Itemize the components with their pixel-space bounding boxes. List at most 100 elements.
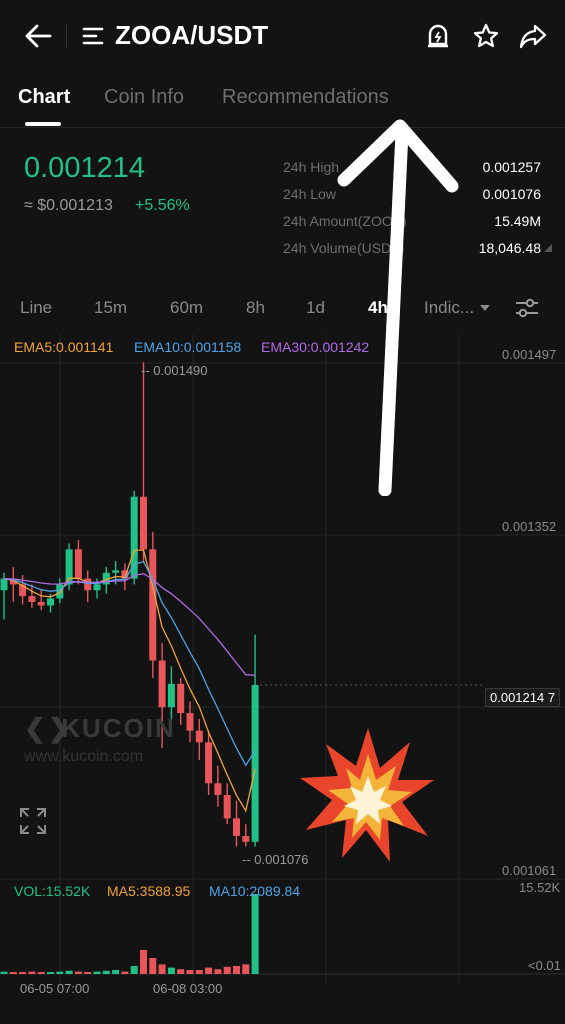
candle-body <box>28 596 36 602</box>
share-icon[interactable] <box>518 22 548 50</box>
candlestick-chart[interactable] <box>0 334 565 1024</box>
price-tick-mid: 0.001352 <box>502 519 557 534</box>
volume-bar <box>177 969 185 974</box>
corner-triangle-icon <box>544 244 552 252</box>
volume-bar <box>9 972 17 974</box>
candle-body <box>93 584 101 591</box>
volume-bar <box>56 971 64 974</box>
candle-body <box>242 835 250 842</box>
date-tick-2: 06-08 03:00 <box>153 981 223 996</box>
divider <box>66 24 67 48</box>
candle-body <box>84 578 92 591</box>
ema30-line <box>3 573 256 676</box>
candle-body <box>74 549 82 579</box>
volume-bar <box>19 972 27 974</box>
volume-bar <box>65 970 73 974</box>
candle-body <box>140 496 147 550</box>
candle-body <box>214 783 222 795</box>
last-price: 0.001214 <box>24 152 145 184</box>
kucoin-logo-icon: ❮❯ <box>24 713 72 743</box>
stat-label-low: 24h Low <box>283 186 336 202</box>
fullscreen-icon[interactable] <box>19 807 47 835</box>
volume-bar <box>93 971 101 974</box>
ema5-label: EMA5:0.001141 <box>14 339 114 355</box>
caret-down-icon <box>480 305 490 311</box>
ma10-label: MA10:2089.84 <box>209 883 301 899</box>
volume-bar <box>233 966 240 974</box>
stat-value-volume: 18,046.48 <box>478 240 541 256</box>
volume-bar <box>214 969 222 974</box>
candle-body <box>167 683 175 708</box>
stat-value-amount: 15.49M <box>494 213 541 229</box>
volume-bar <box>112 970 120 974</box>
tab-recommendations[interactable]: Recommendations <box>222 86 389 109</box>
stat-value-low: 0.001076 <box>482 186 541 202</box>
candle-body <box>47 598 54 606</box>
interval-8h[interactable]: 8h <box>246 298 265 318</box>
interval-line[interactable]: Line <box>20 298 52 318</box>
settings-sliders-icon[interactable] <box>514 296 540 320</box>
candle-body <box>223 794 231 819</box>
candle-body <box>56 584 64 599</box>
volume-bar <box>130 966 138 974</box>
volume-bar <box>0 971 8 974</box>
price-change: +5.56% <box>135 197 190 214</box>
volume-bar <box>205 967 213 974</box>
candle-body <box>177 683 185 714</box>
volume-bar <box>186 970 194 974</box>
candle-body <box>0 578 8 591</box>
volume-bar <box>149 958 157 974</box>
volume-bar <box>242 964 250 974</box>
candle-body <box>186 713 194 731</box>
volume-bar <box>140 950 147 974</box>
candle-body <box>158 660 166 708</box>
volume-bar <box>158 964 166 974</box>
volume-bar <box>251 894 259 974</box>
stat-value-high: 0.001257 <box>482 159 541 175</box>
top-bar: ZOOA/USDT <box>0 0 565 72</box>
candle-body <box>195 730 203 743</box>
volume-bar <box>121 971 129 974</box>
volume-bar <box>102 970 110 974</box>
active-tab-indicator <box>25 122 61 126</box>
volume-bar <box>74 971 82 974</box>
vol-tick-top: 15.52K <box>519 880 561 895</box>
ema10-label: EMA10:0.001158 <box>134 339 242 355</box>
explosion-emoji-icon <box>300 728 434 862</box>
kucoin-watermark: ❮❯ KUCOIN www.kucoin.com <box>24 713 176 765</box>
volume-bar <box>47 972 54 974</box>
price-tick-bottom: 0.001061 <box>502 863 557 878</box>
back-arrow-icon[interactable] <box>24 23 52 49</box>
interval-15m[interactable]: 15m <box>94 298 127 318</box>
volume-bar <box>28 971 36 974</box>
menu-icon[interactable] <box>82 26 104 46</box>
candle-body <box>149 549 157 661</box>
candle-body <box>130 496 138 579</box>
interval-bar: Line 15m 60m 8h 1d 4h Indic... <box>0 292 565 326</box>
interval-60m[interactable]: 60m <box>170 298 203 318</box>
annotation-arrow-icon <box>337 119 459 496</box>
pair-title[interactable]: ZOOA/USDT <box>115 20 268 51</box>
volume-bar <box>37 972 45 974</box>
tab-coin-info[interactable]: Coin Info <box>104 86 184 109</box>
star-icon[interactable] <box>472 22 500 50</box>
high-marker: -- 0.001490 <box>141 363 208 378</box>
date-tick-1: 06-05 07:00 <box>20 981 90 996</box>
volume-bar <box>84 972 92 974</box>
tab-chart[interactable]: Chart <box>18 86 70 109</box>
price-alert-icon[interactable] <box>426 22 450 50</box>
usd-price: ≈ $0.001213 <box>24 197 113 214</box>
interval-1d[interactable]: 1d <box>306 298 325 318</box>
candle-body <box>251 685 259 842</box>
candle-body <box>112 570 120 573</box>
volume-bar <box>195 970 203 974</box>
candle-body <box>205 742 213 784</box>
tab-bar: Chart Coin Info Recommendations <box>0 82 565 128</box>
vol-tick-bottom: <0.01 <box>528 958 561 973</box>
volume-bar <box>223 966 231 974</box>
ma5-label: MA5:3588.95 <box>107 883 191 899</box>
current-price-tag: 0.001214 7 <box>485 688 561 707</box>
chart-area[interactable] <box>0 334 565 1024</box>
vol-label: VOL:15.52K <box>14 883 91 899</box>
volume-bar <box>167 967 175 974</box>
